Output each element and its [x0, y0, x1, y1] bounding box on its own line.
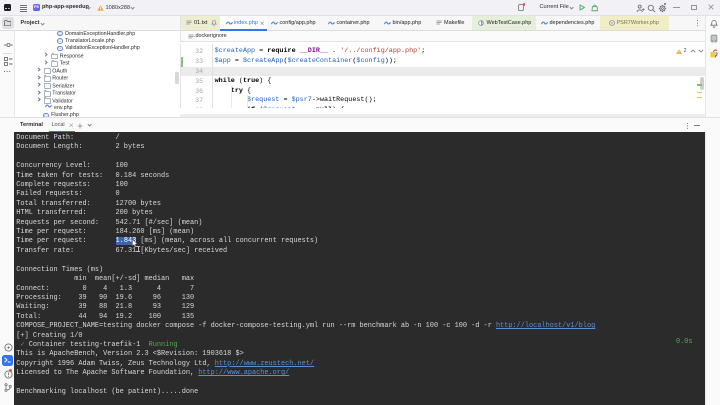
svg-text:P: P: [610, 21, 613, 26]
